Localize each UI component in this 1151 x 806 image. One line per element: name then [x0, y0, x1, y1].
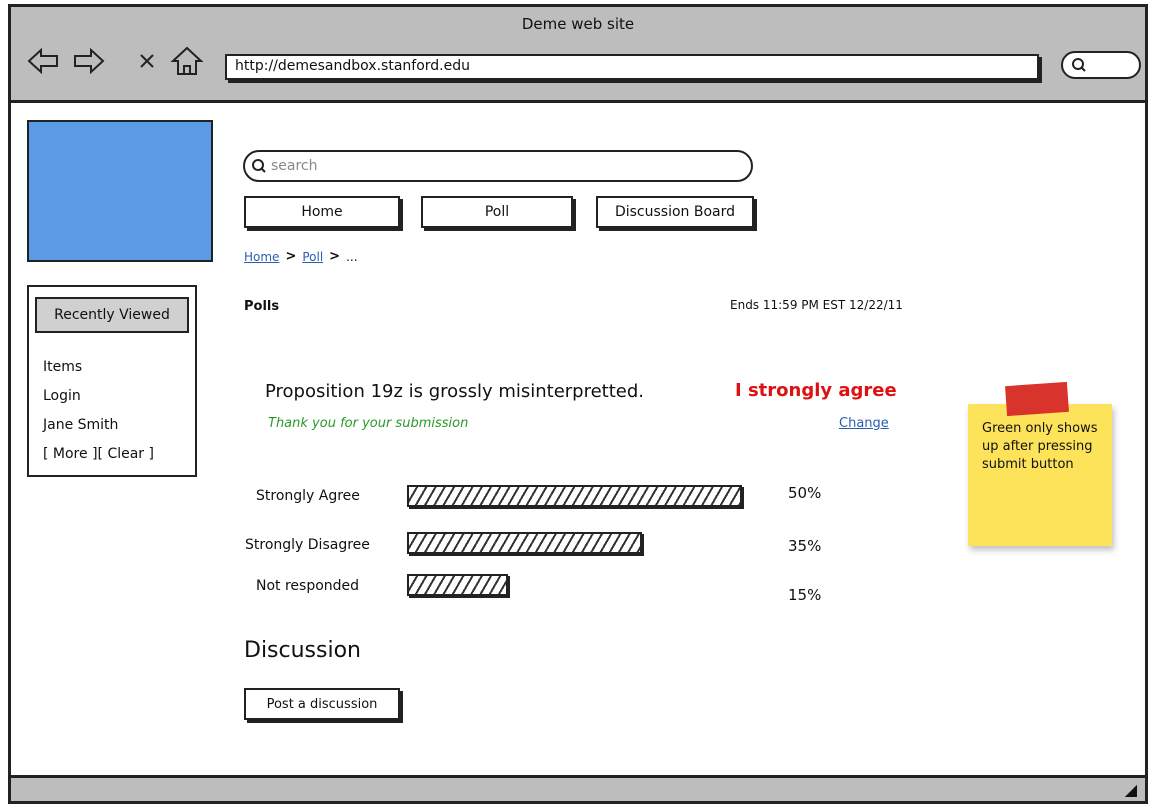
breadcrumb-ellipsis: ...: [346, 249, 358, 264]
browser-search-field[interactable]: [1061, 51, 1141, 79]
result-bar: [407, 532, 642, 554]
tape-decoration: [1005, 381, 1069, 417]
search-icon: [252, 159, 266, 173]
status-bar: ◢: [11, 775, 1145, 801]
result-percent: 50%: [788, 484, 822, 502]
poll-end-time: Ends 11:59 PM EST 12/22/11: [730, 298, 903, 312]
chevron-right-icon: >: [285, 249, 297, 264]
recently-viewed-header[interactable]: Recently Viewed: [35, 297, 189, 333]
sticky-note-text: Green only shows up after pressing submi…: [982, 421, 1098, 472]
recently-viewed-list: Items Login Jane Smith [ More ][ Clear ]: [43, 353, 154, 469]
browser-titlebar: Deme web site http://demesandbox.stanfor…: [11, 7, 1145, 103]
url-bar[interactable]: http://demesandbox.stanford.edu: [225, 54, 1039, 80]
stop-button[interactable]: [129, 43, 165, 79]
search-input[interactable]: [271, 158, 711, 174]
breadcrumb-home[interactable]: Home: [244, 250, 279, 264]
arrow-right-icon: [74, 47, 105, 75]
chevron-right-icon: >: [329, 249, 341, 264]
recently-viewed-item[interactable]: Jane Smith: [43, 411, 154, 440]
home-icon: [170, 46, 204, 75]
result-bar: [407, 574, 508, 596]
more-clear-links[interactable]: [ More ][ Clear ]: [43, 440, 154, 469]
change-answer-link[interactable]: Change: [839, 416, 889, 431]
recently-viewed-item[interactable]: Items: [43, 353, 154, 382]
home-nav-button[interactable]: [169, 43, 205, 79]
submission-confirmation: Thank you for your submission: [268, 416, 469, 431]
result-label: Strongly Agree: [256, 488, 360, 504]
poll-proposition: Proposition 19z is grossly misinterprett…: [265, 381, 645, 402]
tab-home[interactable]: Home: [244, 196, 400, 228]
result-percent: 15%: [788, 586, 822, 604]
page-title: Polls: [244, 299, 280, 314]
recently-viewed-panel: Recently Viewed Items Login Jane Smith […: [27, 285, 197, 477]
resize-grip-icon[interactable]: ◢: [1125, 780, 1137, 799]
result-label: Strongly Disagree: [245, 537, 370, 553]
user-answer: I strongly agree: [735, 380, 897, 401]
back-button[interactable]: [25, 43, 61, 79]
site-search[interactable]: [243, 150, 753, 182]
close-icon: [140, 54, 154, 68]
result-label: Not responded: [256, 578, 360, 594]
site-logo: [27, 120, 213, 262]
tab-poll[interactable]: Poll: [421, 196, 573, 228]
breadcrumb-poll[interactable]: Poll: [302, 250, 323, 264]
result-bar: [407, 485, 742, 507]
tab-discussion-board[interactable]: Discussion Board: [596, 196, 754, 228]
breadcrumb: Home > Poll > ...: [244, 249, 358, 264]
search-icon: [1072, 58, 1086, 72]
discussion-heading: Discussion: [244, 638, 361, 663]
arrow-left-icon: [27, 47, 58, 75]
result-percent: 35%: [788, 537, 822, 555]
forward-button[interactable]: [71, 43, 107, 79]
window-title: Deme web site: [521, 15, 635, 33]
post-discussion-button[interactable]: Post a discussion: [244, 688, 400, 720]
recently-viewed-item[interactable]: Login: [43, 382, 154, 411]
